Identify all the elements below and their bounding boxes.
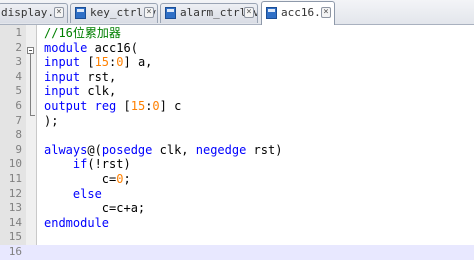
text-token: c=c+a;: [44, 201, 146, 216]
code-line[interactable]: 1 //16位累加器: [0, 26, 474, 41]
code-text: else: [44, 187, 102, 202]
keyword-token: module: [44, 40, 88, 55]
keyword-token: posedge: [101, 142, 153, 157]
code-line[interactable]: 16: [0, 245, 474, 260]
fold-guide: [30, 54, 31, 115]
comment-token: //16位累加器: [44, 26, 121, 40]
text-token: acc16(: [87, 40, 138, 55]
fold-toggle-icon[interactable]: [27, 47, 34, 54]
keyword-token: output: [44, 99, 88, 113]
code-line[interactable]: 6 output reg [15:0] c: [0, 99, 474, 114]
keyword-token: reg: [94, 99, 117, 113]
code-line[interactable]: 3 input [15:0] a,: [0, 55, 474, 70]
code-line[interactable]: 12 else: [0, 187, 474, 202]
file-icon: [165, 7, 176, 19]
line-number: 3: [15, 55, 22, 69]
code-text: c=0;: [44, 172, 131, 187]
code-line[interactable]: 13 c=c+a;: [0, 201, 474, 216]
line-number: 13: [8, 201, 22, 215]
line-number: 12: [8, 186, 22, 200]
keyword-token: input: [44, 55, 81, 70]
code-text: endmodule: [44, 216, 109, 231]
fold-end-marker: [30, 115, 35, 116]
code-line[interactable]: 11 c=0;: [0, 172, 474, 187]
text-token: [: [116, 99, 131, 113]
code-text: input rst,: [44, 70, 116, 85]
text-token: @(: [87, 142, 102, 157]
code-text: c=c+a;: [44, 201, 145, 216]
text-token: clk,: [80, 84, 117, 99]
code-text: module acc16(: [44, 41, 138, 56]
text-token: c=: [44, 172, 117, 186]
line-number: 15: [8, 230, 22, 244]
text-token: rst,: [80, 69, 117, 84]
line-number: 14: [8, 215, 22, 229]
line-number: 8: [15, 128, 22, 142]
tab-key-ctrl[interactable]: key_ctrl.v ×: [70, 3, 158, 23]
code-line[interactable]: 4 input rst,: [0, 70, 474, 85]
number-token: 0: [152, 99, 160, 113]
number-token: 15: [130, 99, 146, 113]
text-token: ;: [123, 172, 131, 186]
code-text: input [15:0] a,: [44, 55, 152, 70]
keyword-token: negedge: [195, 142, 247, 157]
tab-alarm-ctrl[interactable]: alarm_ctrl.v ×: [160, 3, 258, 23]
code-line[interactable]: 9 always@(posedge clk, negedge rst): [0, 143, 474, 158]
text-token: rst): [246, 142, 283, 157]
code-line[interactable]: 10 if(!rst): [0, 157, 474, 172]
tab-display[interactable]: display.v ×: [0, 3, 68, 23]
line-number: 6: [15, 99, 22, 112]
close-icon[interactable]: ×: [244, 7, 254, 18]
line-number: 1: [15, 26, 22, 39]
text-token: ] c: [159, 99, 182, 113]
file-icon: [266, 7, 277, 19]
line-number: 5: [15, 84, 22, 98]
text-token: (!rst): [87, 157, 131, 172]
line-number: 9: [15, 142, 22, 156]
keyword-token: always: [44, 142, 88, 157]
text-token: );: [44, 113, 59, 128]
text-token: ] a,: [123, 55, 153, 70]
code-line[interactable]: 7);: [0, 114, 474, 129]
keyword-token: input: [44, 84, 81, 99]
file-icon: [75, 7, 86, 19]
keyword-token: input: [44, 69, 81, 84]
text-token: [: [80, 55, 95, 70]
tab-acc16[interactable]: acc16.v ×: [261, 1, 335, 25]
text-token: clk,: [152, 142, 196, 157]
keyword-token: if: [72, 157, 88, 172]
line-number: 7: [15, 113, 22, 127]
code-text: //16位累加器: [44, 26, 121, 41]
code-line[interactable]: 5 input clk,: [0, 84, 474, 99]
close-icon[interactable]: ×: [144, 7, 154, 18]
keyword-token: endmodule: [44, 215, 110, 230]
code-text: if(!rst): [44, 157, 131, 172]
line-number: 10: [8, 157, 22, 171]
code-text: always@(posedge clk, negedge rst): [44, 143, 282, 158]
close-icon[interactable]: ×: [54, 7, 64, 18]
number-token: 0: [116, 55, 124, 70]
close-icon[interactable]: ×: [321, 7, 331, 18]
line-number: 4: [15, 69, 22, 83]
code-line[interactable]: 2 module acc16(: [0, 41, 474, 56]
tab-bar: display.v × key_ctrl.v × alarm_ctrl.v × …: [0, 0, 474, 25]
number-token: 15: [94, 55, 110, 70]
code-text: input clk,: [44, 84, 116, 99]
keyword-token: else: [72, 186, 102, 201]
code-text: output reg [15:0] c: [44, 99, 181, 114]
line-number: 2: [15, 40, 22, 54]
code-text: );: [44, 114, 58, 129]
line-number: 11: [8, 172, 22, 185]
tab-label: display.v: [1, 6, 61, 19]
code-line[interactable]: 8: [0, 128, 474, 143]
code-line[interactable]: 14 endmodule: [0, 216, 474, 231]
code-line[interactable]: 15: [0, 230, 474, 245]
line-number: 16: [8, 245, 22, 258]
